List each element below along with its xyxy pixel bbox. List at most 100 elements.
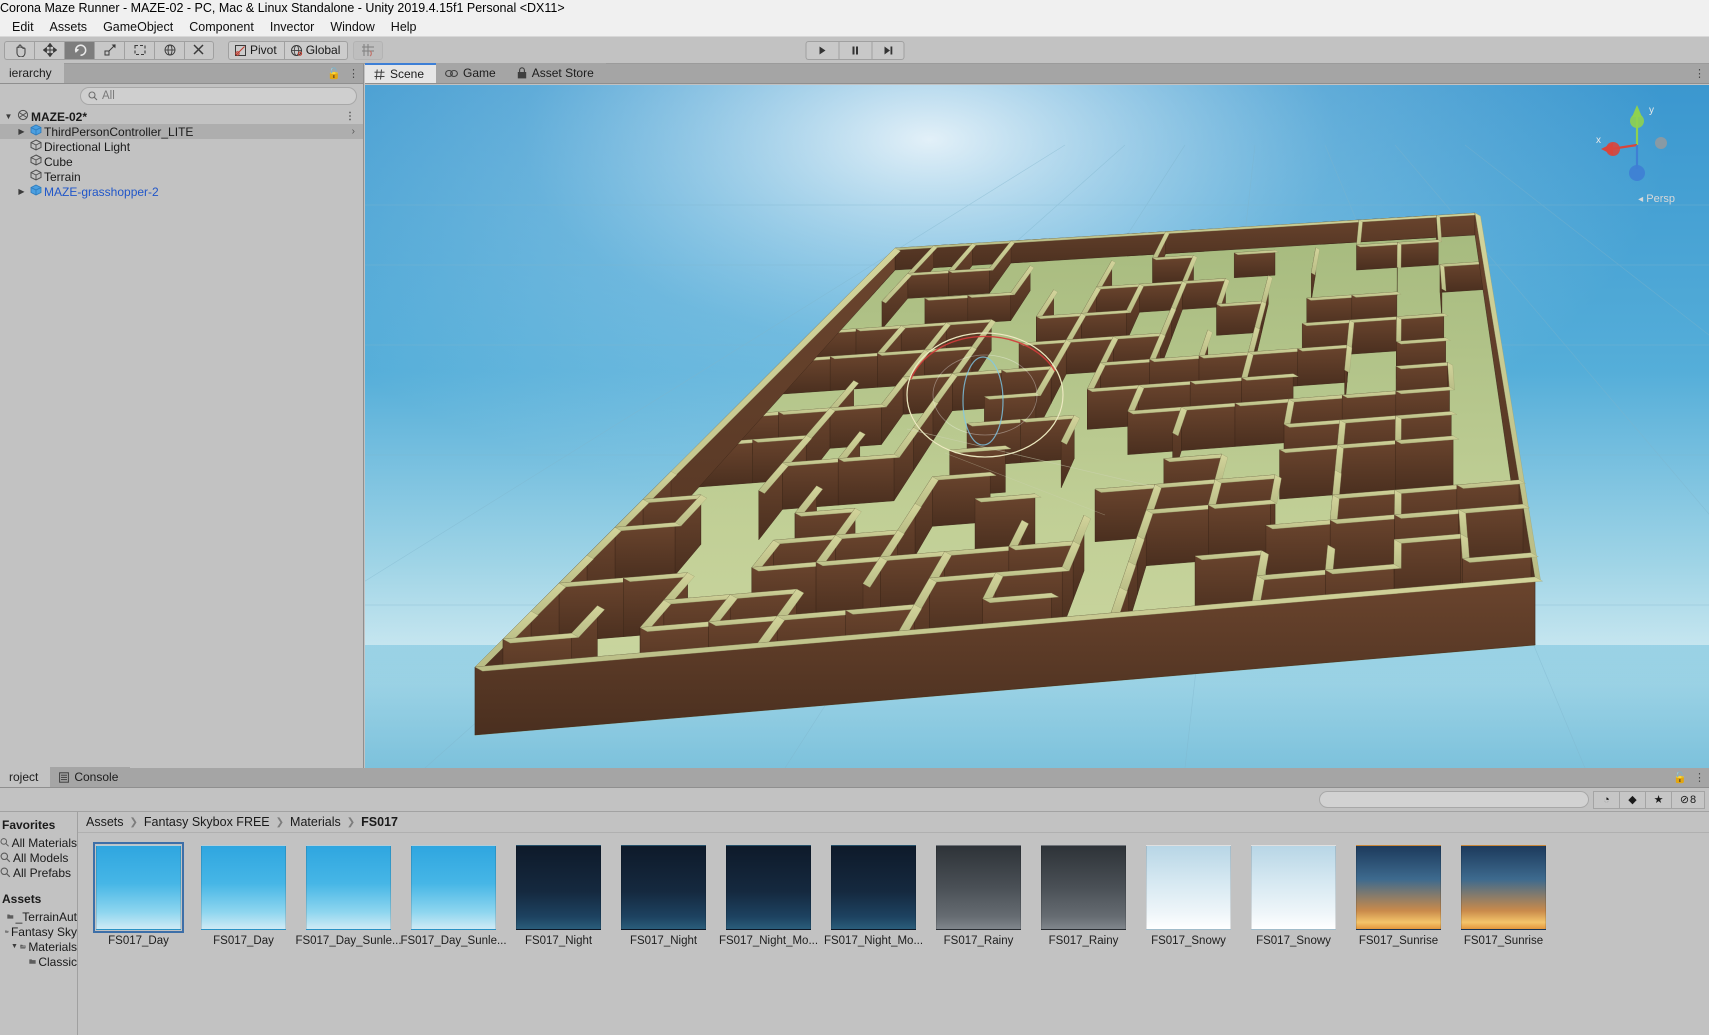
expander-icon[interactable]: ▶ [15,127,28,136]
tab-game[interactable]: Game [436,63,508,83]
scene-icon [15,109,31,124]
asset-item[interactable]: FS017_Night [611,845,716,947]
hierarchy-row[interactable]: Cube [0,154,363,169]
asset-item[interactable]: FS017_Snowy [1241,845,1346,947]
rect-tool-button[interactable] [124,40,154,60]
scale-tool-button[interactable] [94,40,124,60]
hierarchy-row[interactable]: ▶ ThirdPersonController_LITE › [0,124,363,139]
menu-item-edit[interactable]: Edit [4,17,42,37]
tab-asset-store[interactable]: Asset Store [507,63,606,83]
asset-thumbnail[interactable] [93,842,184,933]
tab-hierarchy[interactable]: ierarchy [0,63,64,83]
panel-menu-icon[interactable]: ⋮ [348,67,359,80]
asset-thumbnail[interactable] [726,845,811,930]
breadcrumb-item[interactable]: Assets [86,815,124,829]
folder-open-icon [5,930,9,933]
favorite-item[interactable]: All Materials [0,835,77,850]
scene-panel-menu-icon[interactable]: ⋮ [1694,67,1705,80]
breadcrumb-item[interactable]: Fantasy Skybox FREE [144,815,270,829]
hierarchy-row-menu-icon[interactable]: › [352,126,363,137]
lock-icon[interactable]: 🔓 [327,67,341,80]
asset-folder-row[interactable]: Fantasy Sky [0,924,77,939]
label-filter-button[interactable]: ◆ [1619,790,1645,809]
project-lock-icon[interactable]: 🔓 [1673,771,1687,784]
asset-thumbnail[interactable] [1461,845,1546,930]
asset-item[interactable]: FS017_Night_Mo... [821,845,926,947]
hierarchy-row[interactable]: ▶ MAZE-grasshopper-2 [0,184,363,199]
asset-item[interactable]: FS017_Rainy [926,845,1031,947]
asset-thumbnail[interactable] [621,845,706,930]
asset-item[interactable]: FS017_Rainy [1031,845,1136,947]
hierarchy-row[interactable]: ▼ MAZE-02* ⋮ [0,109,363,124]
hierarchy-row[interactable]: Directional Light [0,139,363,154]
asset-item[interactable]: FS017_Night_Mo... [716,845,821,947]
pivot-toggle-button[interactable]: Pivot [228,40,284,60]
asset-item[interactable]: FS017_Night [506,845,611,947]
perspective-mode-label[interactable]: ◂ Persp [1638,193,1675,205]
project-tab-label: roject [9,770,39,784]
asset-thumbnail[interactable] [306,845,391,930]
pause-button[interactable] [838,40,871,60]
expander-icon[interactable]: ▶ [15,187,28,196]
move-tool-button[interactable] [34,40,64,60]
asset-folder-row[interactable]: ▼ Materials [0,939,77,954]
favorite-item[interactable]: All Prefabs [0,865,77,880]
menu-item-help[interactable]: Help [383,17,425,37]
asset-thumbnail[interactable] [516,845,601,930]
scene-tab-label: Scene [390,67,425,81]
expander-icon[interactable]: ▼ [2,112,15,121]
hierarchy-search-input[interactable]: All [80,87,357,105]
step-button[interactable] [871,40,904,60]
asset-thumbnail[interactable] [1251,845,1336,930]
menu-item-window[interactable]: Window [322,17,382,37]
custom-tool-button[interactable] [184,40,214,60]
tab-roject[interactable]: roject [0,767,51,787]
asset-item[interactable]: FS017_Day_Sunle... [295,845,402,947]
project-search-input[interactable] [1319,791,1589,808]
global-toggle-button[interactable]: Global [283,40,349,60]
hierarchy-row[interactable]: Terrain [0,169,363,184]
asset-thumbnail[interactable] [1041,845,1126,930]
breadcrumb-item[interactable]: Materials [290,815,341,829]
asset-label: FS017_Day [108,935,169,947]
asset-thumbnail[interactable] [1356,845,1441,930]
asset-grid: FS017_Day FS017_Day FS017_Day_Sunle... FS01… [78,833,1709,1035]
menu-item-invector[interactable]: Invector [262,17,322,37]
asset-thumbnail[interactable] [936,845,1021,930]
asset-thumbnail[interactable] [201,845,286,930]
hand-tool-button[interactable] [4,40,34,60]
menu-item-gameobject[interactable]: GameObject [95,17,181,37]
asset-label: FS017_Snowy [1151,935,1226,947]
asset-folder-row[interactable]: Classic [0,954,77,969]
expander-icon[interactable]: ▼ [11,943,18,950]
asset-item[interactable]: FS017_Day [191,845,296,947]
menu-item-assets[interactable]: Assets [42,17,96,37]
tab-console[interactable]: Console [50,767,131,787]
asset-item[interactable]: FS017_Day [86,842,191,947]
play-button[interactable] [805,40,838,60]
grid-snap-toggle[interactable] [353,40,384,60]
breadcrumb-item[interactable]: FS017 [361,815,398,829]
hierarchy-row-menu-icon[interactable]: ⋮ [345,111,363,122]
asset-thumbnail[interactable] [1146,845,1231,930]
menu-item-component[interactable]: Component [181,17,262,37]
asset-item[interactable]: FS017_Snowy [1136,845,1241,947]
favorite-item[interactable]: All Models [0,850,77,865]
transform-tool-button[interactable] [154,40,184,60]
asset-folder-row[interactable]: _TerrainAut [0,909,77,924]
scene-viewport[interactable]: x y ◂ Persp [365,85,1709,768]
visibility-count-button[interactable]: ⊘ 8 [1671,790,1705,809]
asset-item[interactable]: FS017_Day_Sunle... [400,845,507,947]
asset-thumbnail[interactable] [411,845,496,930]
favorite-star-button[interactable]: ★ [1645,790,1671,809]
tab-scene[interactable]: Scene [365,63,437,83]
asset-item[interactable]: FS017_Sunrise [1451,845,1556,947]
asset-type-filter-button[interactable]: ◔ [1593,790,1619,809]
scene-orientation-gizmo[interactable]: x y [1589,97,1685,193]
asset-item[interactable]: FS017_Sunrise [1346,845,1451,947]
assets-tree: _TerrainAut Fantasy Sky ▼ Materials Classic [0,909,77,969]
rotate-tool-button[interactable] [64,40,94,60]
prefab-icon [28,124,44,139]
asset-thumbnail[interactable] [831,845,916,930]
project-panel-menu-icon[interactable]: ⋮ [1694,771,1705,784]
